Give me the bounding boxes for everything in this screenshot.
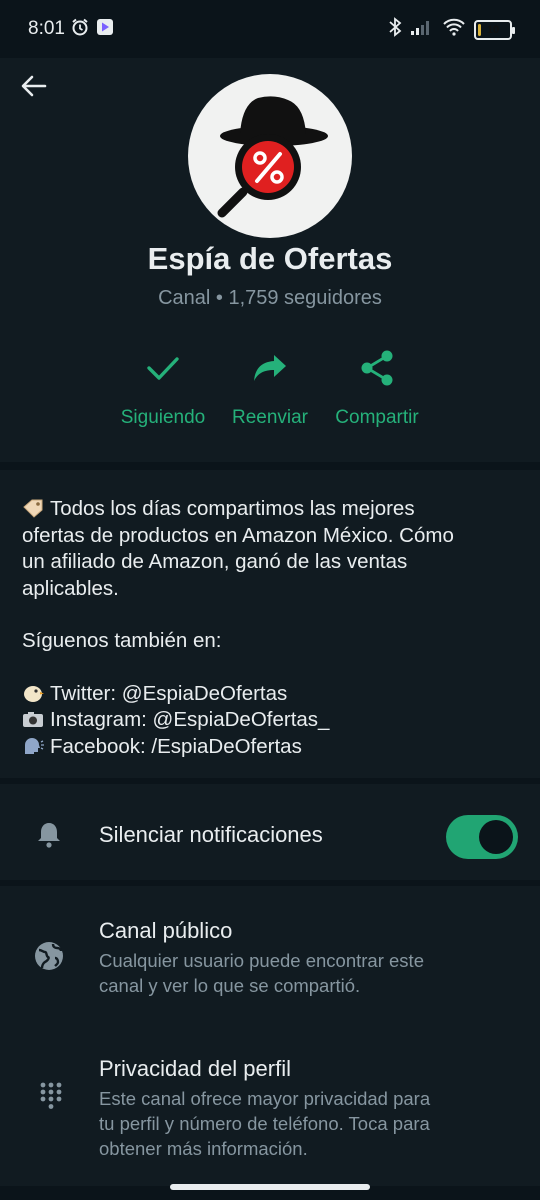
mute-label: Silenciar notificaciones — [99, 822, 323, 847]
channel-description: Todos los días compartimos las mejores o… — [0, 470, 540, 778]
status-right-icons: 10 — [388, 17, 515, 42]
social-instagram: Instagram: @EspiaDeOfertas_ — [22, 707, 518, 734]
speaking-head-icon — [22, 736, 44, 756]
channel-name: Espía de Ofertas — [147, 241, 393, 276]
forward-button[interactable]: Reenviar — [210, 348, 330, 429]
channel-avatar[interactable] — [188, 74, 352, 238]
mute-toggle[interactable] — [446, 815, 518, 859]
social-twitter: Twitter: @EspiaDeOfertas — [22, 681, 518, 708]
check-icon — [143, 348, 183, 388]
status-time: 8:01 — [28, 18, 65, 39]
battery-icon: 10 — [474, 19, 515, 40]
profile-privacy-desc: Este canal ofrece mayor privacidad para … — [99, 1088, 431, 1159]
globe-icon — [33, 940, 65, 977]
signal-icon — [410, 18, 434, 41]
alarm-icon — [70, 17, 90, 42]
home-indicator[interactable] — [170, 1184, 370, 1190]
description-line: Todos los días compartimos las mejores — [22, 496, 518, 523]
following-button[interactable]: Siguiendo — [103, 348, 223, 429]
battery-level: 10 — [486, 23, 500, 36]
profile-privacy-row[interactable]: Privacidad del perfil Este canal ofrece … — [0, 1026, 540, 1166]
channel-meta: Canal • 1,759 seguidores — [158, 287, 382, 309]
follow-heading: Síguenos también en: — [22, 629, 222, 652]
forward-icon — [250, 348, 290, 388]
status-bar: 8:01 10 — [0, 0, 540, 58]
play-store-icon — [96, 18, 114, 41]
social-facebook: Facebook: /EspiaDeOfertas — [22, 734, 518, 761]
back-button[interactable] — [16, 68, 52, 104]
toggle-knob — [479, 820, 513, 854]
share-button[interactable]: Compartir — [317, 348, 437, 429]
wifi-icon — [442, 18, 466, 41]
public-channel-row[interactable]: Canal público Cualquier usuario puede en… — [0, 886, 540, 1004]
tag-icon — [22, 498, 44, 518]
share-icon — [357, 348, 397, 388]
battery-fill — [478, 23, 481, 36]
bell-icon — [36, 820, 62, 853]
arrow-left-icon — [21, 75, 47, 97]
profile-privacy-title: Privacidad del perfil — [99, 1056, 291, 1081]
dialpad-icon — [40, 1082, 62, 1115]
camera-icon — [22, 709, 44, 729]
spy-logo-icon — [217, 96, 328, 218]
description-line: aplicables. — [22, 576, 119, 600]
public-channel-desc: Cualquier usuario puede encontrar este c… — [99, 950, 424, 996]
bluetooth-icon — [388, 17, 402, 42]
following-label: Siguiendo — [120, 407, 206, 428]
description-line: ofertas de productos en Amazon México. C… — [22, 523, 454, 547]
bird-icon — [22, 683, 44, 703]
status-left-icons — [70, 17, 114, 42]
share-label: Compartir — [335, 407, 419, 428]
description-line: un afiliado de Amazon, ganó de las venta… — [22, 550, 408, 573]
channel-header: Espía de Ofertas Canal • 1,759 seguidore… — [0, 58, 540, 462]
mute-notifications-row[interactable]: Silenciar notificaciones — [0, 784, 540, 880]
public-channel-title: Canal público — [99, 918, 233, 943]
forward-label: Reenviar — [231, 407, 309, 428]
channel-settings: Canal público Cualquier usuario puede en… — [0, 886, 540, 1186]
